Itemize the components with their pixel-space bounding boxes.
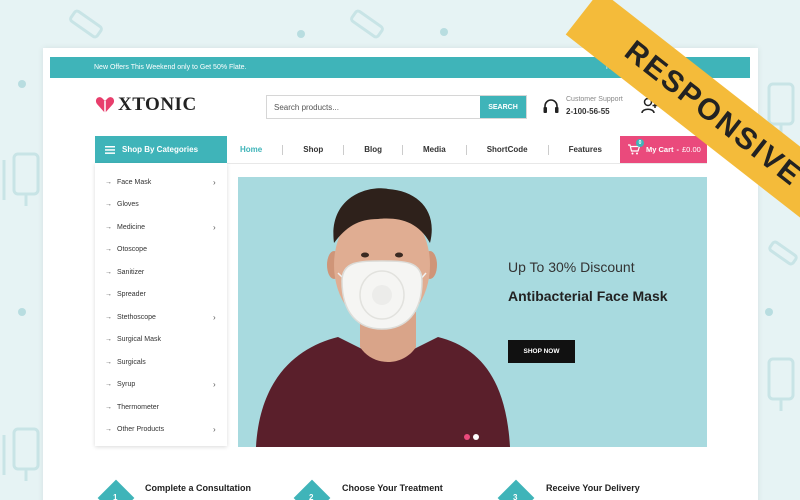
category-label: Surgicals [117, 358, 146, 366]
category-item[interactable]: → Sanitizer [95, 261, 227, 283]
main-nav: Home Shop Blog Media ShortCode Features [240, 145, 602, 155]
category-label: Syrup [117, 381, 136, 388]
bg-dot [440, 28, 448, 36]
nav-divider [227, 163, 707, 164]
step-number: 2 [309, 493, 314, 500]
category-item[interactable]: → Syrup › [95, 374, 227, 396]
arrow-right-icon: → [105, 178, 112, 186]
slider-dots [464, 434, 482, 440]
step-label: Receive Your Delivery [546, 483, 640, 493]
step-label: Choose Your Treatment [342, 483, 443, 493]
cart-label: My Cart [646, 145, 674, 154]
cart-count-badge: 0 [636, 139, 644, 147]
category-list: → Face Mask › → Gloves → Medicine › → Otoscope → Sa… [95, 163, 227, 446]
customer-support[interactable]: Customer Support 2-100-56-55 [542, 96, 623, 116]
nav-shop[interactable]: Shop [303, 145, 323, 155]
nav-home[interactable]: Home [240, 145, 262, 155]
support-phone: 2-100-56-55 [566, 107, 610, 116]
heart-logo-icon [95, 97, 115, 113]
arrow-right-icon: → [105, 358, 112, 366]
support-label: Customer Support [566, 96, 623, 103]
shop-now-button[interactable]: SHOP NOW [508, 340, 575, 363]
arrow-right-icon: → [105, 223, 112, 231]
category-label: Gloves [117, 201, 139, 208]
arrow-right-icon: → [105, 381, 112, 388]
category-label: Surgical Mask [117, 336, 161, 343]
bg-dot [297, 30, 305, 38]
category-item[interactable]: → Surgicals [95, 351, 227, 373]
search-input[interactable] [267, 96, 480, 118]
category-label: Sanitizer [117, 268, 145, 276]
category-item[interactable]: → Face Mask › [95, 171, 227, 193]
category-item[interactable]: → Stethoscope › [95, 306, 227, 328]
step-number: 3 [513, 493, 518, 500]
arrow-right-icon: → [105, 403, 112, 411]
category-item[interactable]: → Spreader [95, 284, 227, 306]
nav-shortcode[interactable]: ShortCode [487, 145, 528, 155]
search-button[interactable]: SEARCH [480, 96, 526, 118]
banner-subtitle: Up To 30% Discount [508, 259, 635, 275]
headset-icon [543, 99, 559, 113]
category-label: Stethoscope [117, 313, 156, 321]
step-number: 1 [113, 493, 118, 500]
syringe-icon [768, 240, 798, 266]
category-item[interactable]: → Other Products › [95, 419, 227, 441]
category-label: Otoscope [117, 246, 147, 253]
arrow-right-icon: → [105, 246, 112, 253]
chevron-right-icon: › [213, 222, 216, 232]
arrow-right-icon: → [105, 268, 112, 276]
iv-bag-icon [767, 357, 795, 411]
bg-dot [18, 308, 26, 316]
shop-by-categories-button[interactable]: Shop By Categories [95, 136, 227, 163]
hero-banner: Up To 30% Discount Antibacterial Face Ma… [238, 177, 707, 447]
syringe-icon [69, 9, 103, 39]
category-label: Medicine [117, 223, 146, 231]
category-item[interactable]: → Gloves [95, 194, 227, 216]
menu-icon [105, 145, 115, 154]
arrow-right-icon: → [105, 426, 112, 433]
category-item[interactable]: → Surgical Mask [95, 329, 227, 351]
category-item[interactable]: → Otoscope [95, 239, 227, 261]
chevron-right-icon: › [213, 380, 216, 389]
nav-media[interactable]: Media [423, 145, 446, 155]
site-logo[interactable]: XTONIC [95, 94, 197, 116]
chevron-right-icon: › [213, 312, 216, 322]
iv-bag-icon [2, 152, 40, 206]
category-label: Thermometer [117, 403, 160, 411]
iv-bag-icon [2, 427, 40, 481]
nav-features[interactable]: Features [569, 145, 602, 155]
arrow-right-icon: → [105, 336, 112, 343]
nav-separator [465, 145, 467, 155]
arrow-right-icon: → [105, 313, 112, 321]
bg-dot [765, 308, 773, 316]
category-item[interactable]: → Thermometer [95, 396, 227, 418]
nav-blog[interactable]: Blog [364, 145, 382, 155]
category-label: Face Mask [117, 178, 152, 186]
chevron-right-icon: › [213, 425, 216, 434]
step-label: Complete a Consultation [145, 483, 252, 493]
nav-separator [282, 145, 284, 155]
nav-separator [547, 145, 549, 155]
category-label: Other Products [117, 426, 165, 433]
hero-image [256, 188, 510, 447]
arrow-right-icon: → [105, 291, 112, 298]
banner-title: Antibacterial Face Mask [508, 288, 668, 304]
categories-heading: Shop By Categories [122, 145, 199, 154]
arrow-right-icon: → [105, 201, 112, 208]
cart-button[interactable]: 0 My Cart - £0.00 [620, 136, 707, 163]
nav-separator [343, 145, 345, 155]
chevron-right-icon: › [213, 177, 216, 187]
search-bar: SEARCH [266, 95, 527, 119]
cart-amount: £0.00 [682, 145, 701, 154]
logo-text: XTONIC [118, 94, 197, 115]
nav-separator [402, 145, 404, 155]
slider-dot[interactable] [473, 434, 479, 440]
category-label: Spreader [117, 291, 146, 298]
syringe-icon [350, 9, 384, 39]
slider-dot-active[interactable] [464, 434, 470, 440]
cart-separator: - [676, 145, 680, 154]
offer-text: New Offers This Weekend only to Get 50% … [94, 64, 247, 71]
category-item[interactable]: → Medicine › [95, 216, 227, 238]
bg-dot [18, 80, 26, 88]
